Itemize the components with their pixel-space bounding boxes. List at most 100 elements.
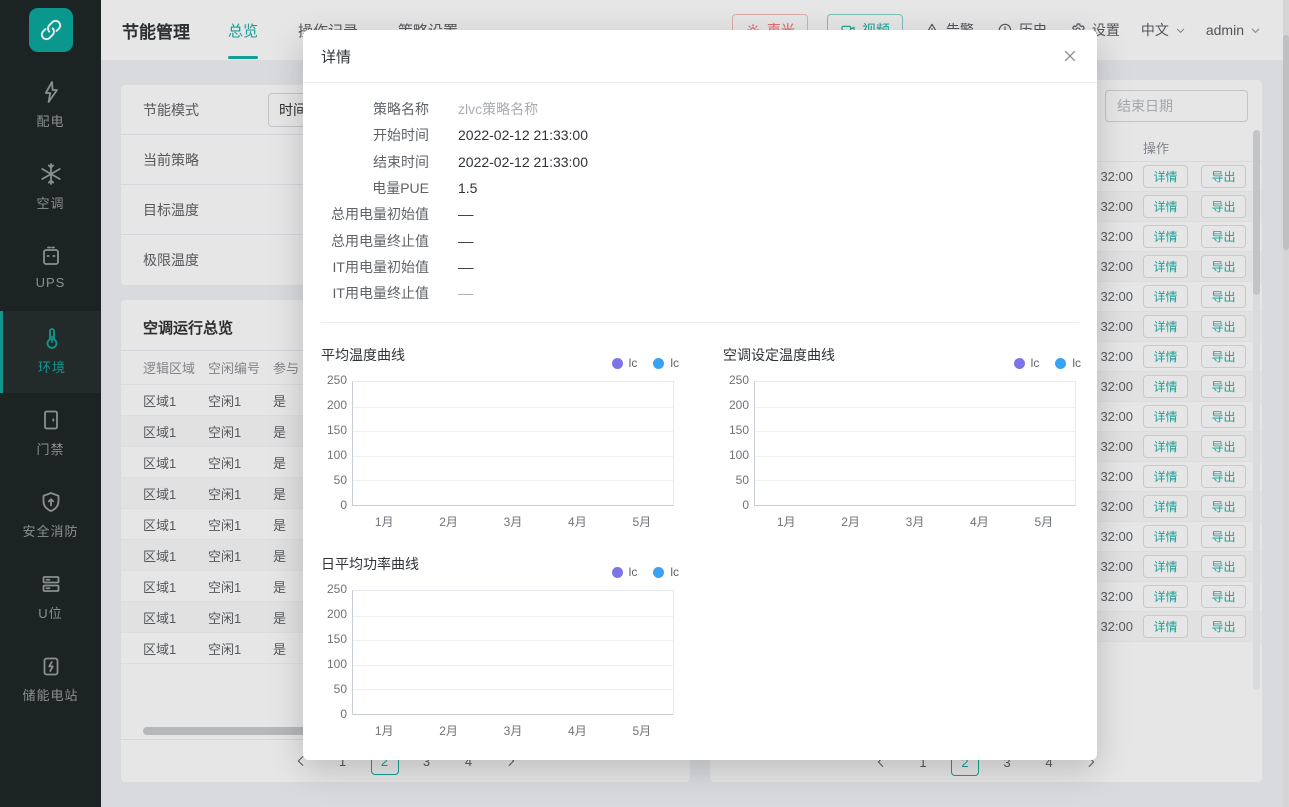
y-axis-tick-label: 100 [321,657,347,671]
legend-dot [1055,358,1066,369]
legend-item[interactable]: lc [612,565,638,579]
legend-label: lc [629,565,638,579]
legend-label: lc [670,356,679,370]
chart-average-temperature: 平均温度曲线 lc lc 0 50 100 150 200 250 1月2月3月4月5月 [321,345,679,541]
x-axis-tick-label: 3月 [481,513,545,530]
x-axis-tick-label: 4月 [545,722,609,739]
legend-label: lc [670,565,679,579]
chart-legend: lc lc [612,565,679,579]
y-axis-tick-label: 0 [321,498,347,512]
x-axis-tick-label: 2月 [819,513,883,530]
field-label: 电量PUE [321,178,429,198]
gridline [755,407,1075,408]
y-axis-tick-label: 250 [723,373,749,387]
x-axis-tick-label: 2月 [417,513,481,530]
legend-dot [1014,358,1025,369]
x-axis-tick-label: 5月 [1012,513,1076,530]
y-axis-tick-label: 250 [321,373,347,387]
chart-title: 空调设定温度曲线 [723,345,835,365]
legend-dot [612,567,623,578]
field-value: 1.5 [458,180,477,196]
modal-title: 详情 [321,46,351,67]
y-axis-tick-label: 150 [321,423,347,437]
y-axis-tick-label: 100 [321,448,347,462]
gridline [353,480,673,481]
detail-field-row: 总用电量终止值 –– [321,227,588,253]
field-label: 结束时间 [321,152,429,172]
field-value: –– [458,259,474,275]
gridline [755,431,1075,432]
gridline [353,665,673,666]
x-axis-tick-label: 1月 [352,722,416,739]
field-label: IT用电量终止值 [321,283,429,303]
chart-plot-area [352,381,674,506]
legend-item[interactable]: lc [653,565,679,579]
divider [321,322,1079,323]
chart-legend: lc lc [1014,356,1081,370]
field-value: 2022-02-12 21:33:00 [458,154,588,170]
detail-field-row: IT用电量终止值 –– [321,280,588,306]
chart-plot-area [352,590,674,715]
legend-item[interactable]: lc [612,356,638,370]
gridline [353,616,673,617]
legend-dot [653,358,664,369]
gridline [353,640,673,641]
field-label: 开始时间 [321,125,429,145]
modal-header: 详情 [303,30,1097,83]
gridline [353,431,673,432]
field-value: –– [458,206,474,222]
field-label: 总用电量终止值 [321,231,429,251]
chart-legend: lc lc [612,356,679,370]
detail-field-row: 结束时间 2022-02-12 21:33:00 [321,149,588,175]
detail-field-row: 电量PUE 1.5 [321,175,588,201]
chart-title: 日平均功率曲线 [321,554,419,574]
x-axis-tick-label: 3月 [481,722,545,739]
modal-fields: 策略名称 zlvc策略名称开始时间 2022-02-12 21:33:00 结束时间 2… [321,96,588,306]
field-value: zlvc策略名称 [458,99,538,119]
y-axis-tick-label: 0 [723,498,749,512]
close-icon [1061,47,1079,65]
y-axis-tick-label: 50 [321,682,347,696]
x-axis-tick-label: 4月 [545,513,609,530]
field-value: 2022-02-12 21:33:00 [458,127,588,143]
detail-modal: 详情 策略名称zlvc策略名称开始时间2022-02-12 21:33:00结束… [303,30,1097,760]
y-axis-tick-label: 50 [723,473,749,487]
y-axis-tick-label: 150 [321,632,347,646]
chart-title: 平均温度曲线 [321,345,405,365]
y-axis-tick-label: 0 [321,707,347,721]
legend-dot [612,358,623,369]
y-axis-tick-label: 50 [321,473,347,487]
x-axis-tick-label: 1月 [754,513,818,530]
field-label: 总用电量初始值 [321,204,429,224]
chart-daily-average-power: 日平均功率曲线lclc0501001502002501月2月3月4月5月 [321,554,679,750]
y-axis-tick-label: 250 [321,582,347,596]
detail-field-row: 总用电量初始值 –– [321,201,588,227]
legend-item[interactable]: lc [653,356,679,370]
gridline [353,407,673,408]
legend-dot [653,567,664,578]
x-axis-tick-label: 5月 [610,513,674,530]
chart-ac-set-temperature: 空调设定温度曲线lclc0501001502002501月2月3月4月5月 [723,345,1081,541]
y-axis-tick-label: 150 [723,423,749,437]
chart-plot-area [754,381,1076,506]
detail-field-row: 策略名称 zlvc策略名称 [321,96,588,122]
field-value: –– [458,233,474,249]
field-label: 策略名称 [321,99,429,119]
app-root: 配电空调UPS环境门禁安全消防U位储能电站 节能管理 总览操作记录策略设置 声光… [0,0,1289,807]
detail-field-row: 开始时间 2022-02-12 21:33:00 [321,122,588,148]
y-axis-tick-label: 200 [321,398,347,412]
field-value: –– [458,285,474,301]
gridline [353,456,673,457]
field-label: IT用电量初始值 [321,257,429,277]
x-axis-tick-label: 5月 [610,722,674,739]
gridline [353,689,673,690]
legend-item[interactable]: lc [1014,356,1040,370]
x-axis-tick-label: 1月 [352,513,416,530]
y-axis-tick-label: 200 [723,398,749,412]
legend-label: lc [629,356,638,370]
y-axis-tick-label: 100 [723,448,749,462]
x-axis-tick-label: 4月 [947,513,1011,530]
close-button[interactable] [1061,47,1079,65]
legend-item[interactable]: lc [1055,356,1081,370]
legend-label: lc [1072,356,1081,370]
